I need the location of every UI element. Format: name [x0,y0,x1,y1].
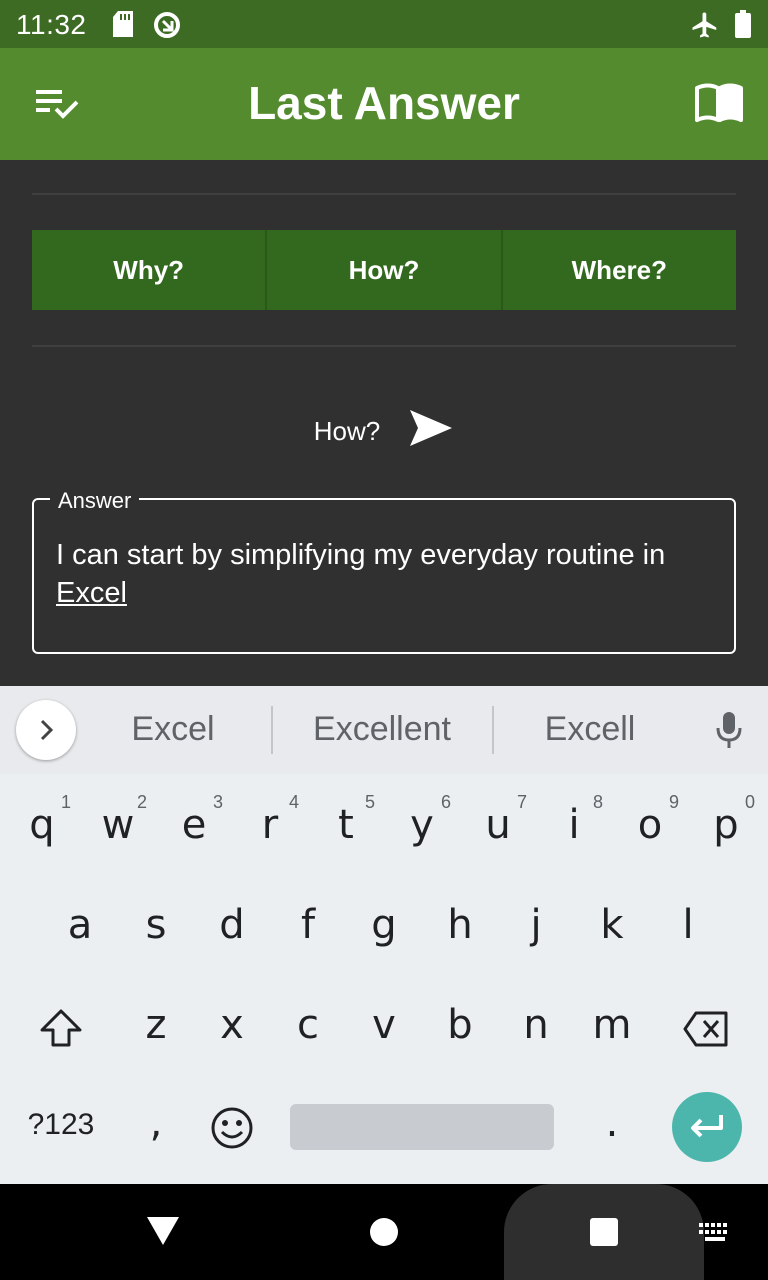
key-x[interactable]: x [194,1002,270,1048]
tab-why[interactable]: Why? [32,230,268,310]
enter-icon [691,1115,723,1138]
emoji-icon[interactable] [210,1106,254,1155]
suggestion-separator [271,706,273,754]
status-time: 11:32 [16,9,87,40]
key-a[interactable]: a [42,902,118,948]
keyboard: 1 2 3 4 5 6 7 8 9 0 q w e r t y u i o p … [0,774,768,1184]
key-d[interactable]: d [194,902,270,948]
symbols-key[interactable]: ?123 [20,1108,102,1142]
key-u[interactable]: u [460,802,536,848]
key-h[interactable]: h [422,902,498,948]
answer-text-word: Excel [56,577,127,609]
key-n[interactable]: n [498,1002,574,1048]
keyboard-switch-icon[interactable] [698,1222,732,1249]
tab-how[interactable]: How? [267,230,503,310]
comma-key[interactable]: , [118,1100,194,1146]
data-saver-icon [152,10,182,45]
key-k[interactable]: k [574,902,650,948]
divider-bottom [32,345,736,347]
period-key[interactable]: . [574,1100,650,1146]
suggestion-1[interactable]: Excel [92,710,254,749]
key-w[interactable]: w [80,802,156,848]
chevron-right-icon[interactable] [16,700,76,760]
key-q[interactable]: q [4,802,80,848]
question-tabs: Why? How? Where? [32,230,736,310]
divider-top [32,193,736,195]
suggestion-3[interactable]: Excell [506,710,674,749]
key-y[interactable]: y [384,802,460,848]
microphone-icon[interactable] [714,710,744,755]
key-p[interactable]: p [688,802,764,848]
send-icon[interactable] [408,408,454,455]
question-text: How? [313,415,381,446]
key-s[interactable]: s [118,902,194,948]
question-row: How? [0,406,768,456]
key-o[interactable]: o [612,802,688,848]
home-icon[interactable] [369,1217,399,1252]
back-icon[interactable] [146,1216,180,1251]
answer-text-main: I can start by simplifying my everyday r… [56,539,666,571]
answer-text[interactable]: I can start by simplifying my everyday r… [56,536,716,612]
book-icon[interactable] [694,82,743,126]
key-j[interactable]: j [498,902,574,948]
key-z[interactable]: z [118,1002,194,1048]
page-title: Last Answer [248,77,520,129]
airplane-mode-icon [690,10,720,45]
key-b[interactable]: b [422,1002,498,1048]
key-v[interactable]: v [346,1002,422,1048]
suggestion-2[interactable]: Excellent [286,710,478,749]
key-l[interactable]: l [650,902,726,948]
key-t[interactable]: t [308,802,384,848]
navigation-bar [0,1184,768,1280]
app-bar: Last Answer [0,48,768,160]
key-g[interactable]: g [346,902,422,948]
enter-key[interactable] [672,1092,742,1162]
suggestion-strip: Excel Excellent Excell [0,686,768,774]
key-e[interactable]: e [156,802,232,848]
sd-card-icon [112,10,134,43]
key-f[interactable]: f [270,902,346,948]
shift-icon[interactable] [38,1008,84,1053]
tab-where[interactable]: Where? [502,230,736,310]
backspace-icon[interactable] [682,1010,730,1053]
status-bar: 11:32 [0,0,768,48]
key-c[interactable]: c [270,1002,346,1048]
key-m[interactable]: m [574,1002,650,1048]
suggestion-separator [492,706,494,754]
key-i[interactable]: i [536,802,612,848]
answer-label: Answer [50,488,140,514]
recents-icon[interactable] [589,1217,619,1252]
key-r[interactable]: r [232,802,308,848]
battery-icon [734,10,752,43]
space-key[interactable] [290,1104,554,1150]
